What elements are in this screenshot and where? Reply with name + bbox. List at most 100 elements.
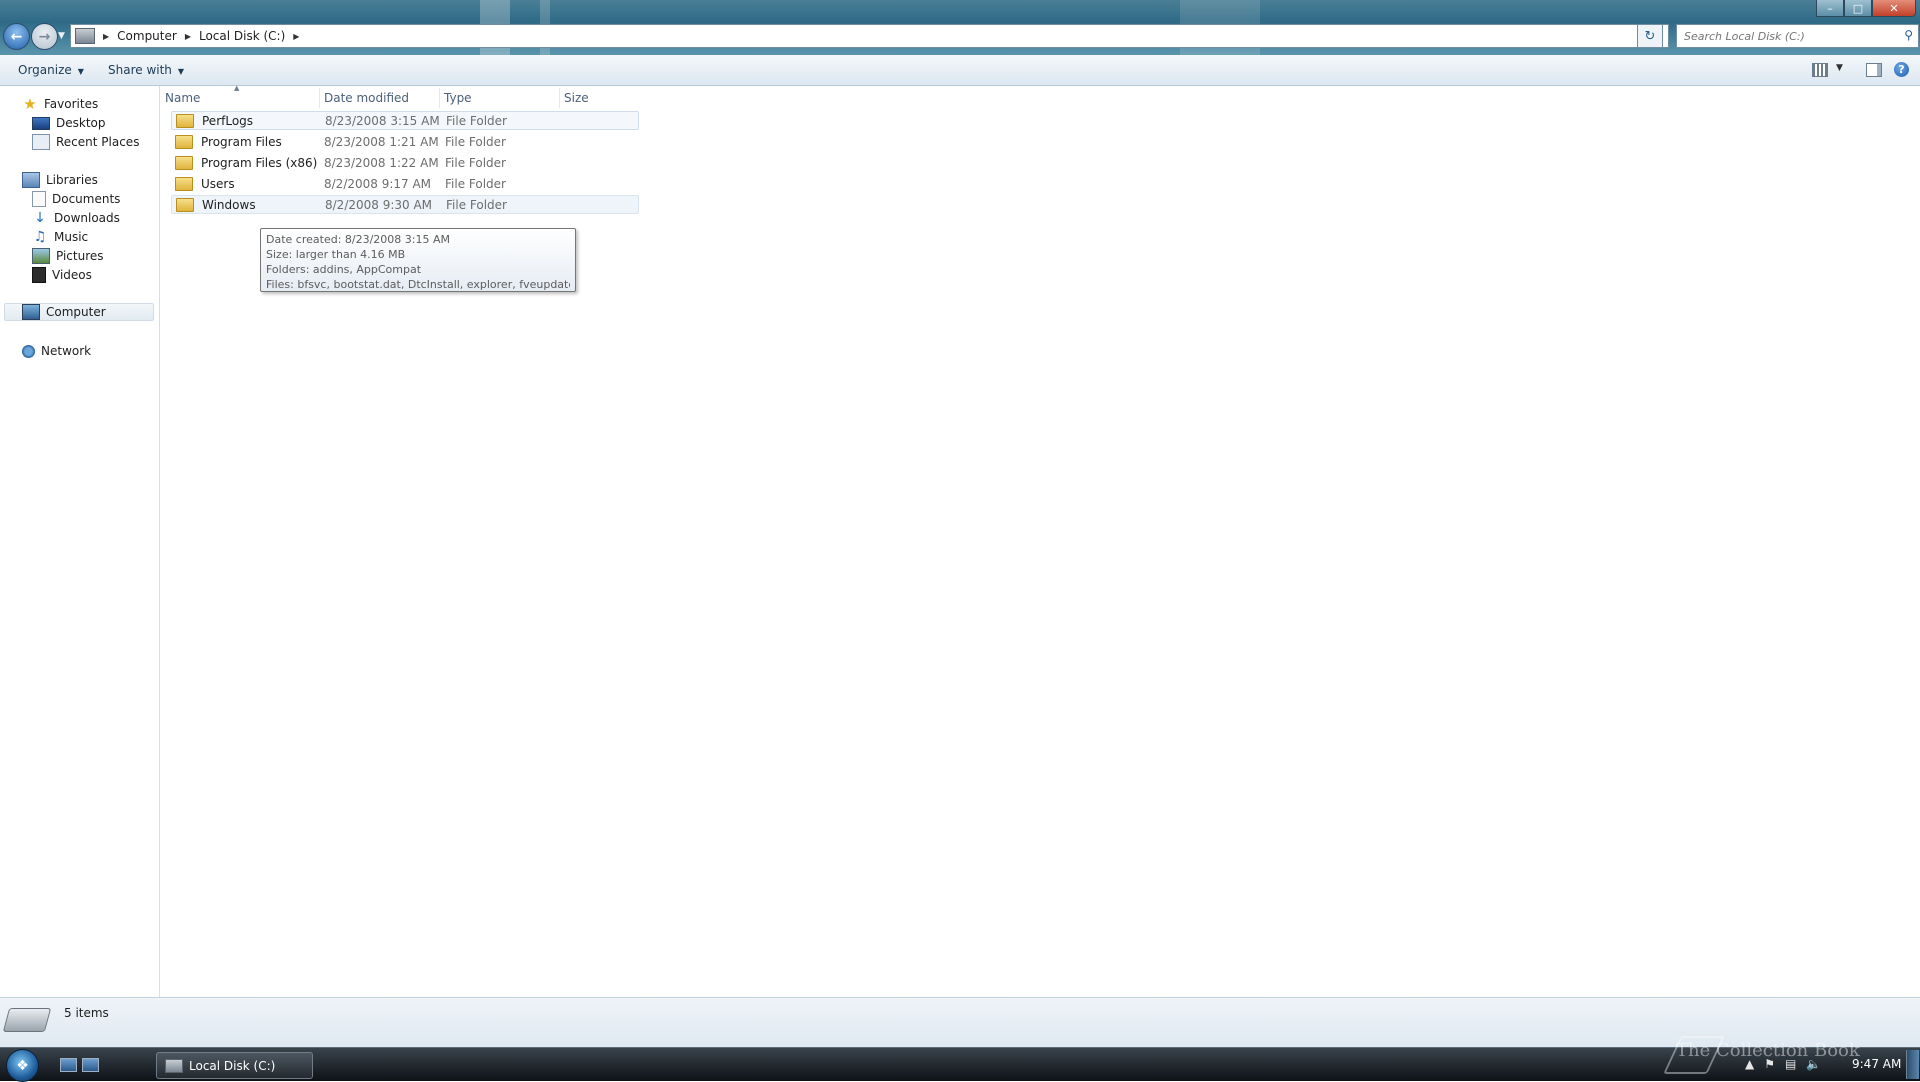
drive-icon <box>165 1058 183 1073</box>
nav-downloads[interactable]: ↓ Downloads <box>32 209 120 227</box>
search-input[interactable] <box>1682 28 1896 44</box>
pictures-icon <box>32 248 50 264</box>
title-bar: – □ ✕ ← → ▼ ▶ Computer ▶ Local Disk (C:)… <box>0 0 1920 55</box>
watermark-text: The Collection Book <box>1676 1040 1860 1061</box>
nav-documents[interactable]: Documents <box>32 190 120 208</box>
file-date: 8/23/2008 1:21 AM <box>324 134 439 149</box>
music-icon: ♫ <box>33 229 47 245</box>
tooltip-size: Size: larger than 4.16 MB <box>266 248 406 261</box>
navigation-pane: ★ Favorites Desktop Recent Places Librar… <box>0 86 160 997</box>
file-type: File Folder <box>445 155 506 170</box>
folder-icon <box>176 113 194 128</box>
nav-documents-label: Documents <box>52 192 121 206</box>
taskbar: ❖ Local Disk (C:) ▲ ⚑ ▤ 🔈 9:47 AM <box>0 1047 1920 1082</box>
nav-pictures-label: Pictures <box>56 249 104 263</box>
file-type: File Folder <box>446 113 507 128</box>
nav-pictures[interactable]: Pictures <box>32 247 104 265</box>
file-date: 8/23/2008 3:15 AM <box>325 113 440 128</box>
command-bar: Organize ▼ Share with ▼ ▼ ? <box>0 55 1920 86</box>
help-icon[interactable]: ? <box>1894 62 1909 77</box>
change-view-icon[interactable] <box>1812 63 1828 77</box>
nav-network[interactable]: Network <box>22 342 91 360</box>
file-date: 8/2/2008 9:30 AM <box>325 197 433 212</box>
tooltip-files: Files: bfsvc, bootstat.dat, DtcInstall, … <box>266 278 570 291</box>
nav-desktop-label: Desktop <box>56 116 106 130</box>
show-desktop-button[interactable] <box>1906 1050 1919 1079</box>
file-type: File Folder <box>446 197 507 212</box>
file-row-windows[interactable]: Windows 8/2/2008 9:30 AM File Folder <box>171 195 639 214</box>
nav-computer-label: Computer <box>46 305 106 319</box>
recent-places-icon <box>32 134 50 150</box>
nav-desktop[interactable]: Desktop <box>32 114 106 132</box>
desktop-icon <box>32 116 50 130</box>
file-row-program-files[interactable]: Program Files 8/23/2008 1:21 AM File Fol… <box>171 132 639 151</box>
file-name: Program Files <box>201 134 282 149</box>
column-header-size[interactable]: Size <box>560 88 640 108</box>
back-button[interactable]: ← <box>3 23 30 50</box>
items-count: 5 items <box>64 1006 109 1020</box>
taskbar-button-local-disk[interactable]: Local Disk (C:) <box>156 1052 313 1079</box>
file-row-perflogs[interactable]: PerfLogs 8/23/2008 3:15 AM File Folder <box>171 111 639 130</box>
column-header-date-modified[interactable]: Date modified <box>320 88 440 108</box>
file-name: PerfLogs <box>202 113 254 128</box>
computer-icon <box>22 304 40 320</box>
forward-button[interactable]: → <box>31 23 58 50</box>
close-button[interactable]: ✕ <box>1872 0 1916 17</box>
nav-favorites[interactable]: ★ Favorites <box>22 95 98 113</box>
views-dropdown[interactable]: ▼ <box>1836 63 1843 73</box>
file-row-users[interactable]: Users 8/2/2008 9:17 AM File Folder <box>171 174 639 193</box>
tooltip-folders: Folders: addins, AppCompat <box>266 263 422 276</box>
drive-icon <box>75 28 95 44</box>
breadcrumb-separator-icon[interactable]: ▶ <box>185 32 191 41</box>
column-header-type[interactable]: Type <box>440 88 560 108</box>
folder-icon <box>175 155 193 170</box>
chevron-down-icon: ▼ <box>77 67 84 76</box>
breadcrumb-computer[interactable]: Computer <box>117 29 177 43</box>
organize-button[interactable]: Organize ▼ <box>18 63 84 77</box>
tooltip-date-created: Date created: 8/23/2008 3:15 AM <box>266 233 451 246</box>
taskbar-button-label: Local Disk (C:) <box>189 1058 276 1073</box>
file-row-program-files-x86[interactable]: Program Files (x86) 8/23/2008 1:22 AM Fi… <box>171 153 639 172</box>
nav-videos[interactable]: Videos <box>32 266 92 284</box>
refresh-button[interactable]: ↻ <box>1637 24 1663 48</box>
share-with-button[interactable]: Share with ▼ <box>108 63 184 77</box>
breadcrumb-separator-icon[interactable]: ▶ <box>293 32 299 41</box>
refresh-icon: ↻ <box>1644 28 1656 44</box>
address-bar[interactable]: ▶ Computer ▶ Local Disk (C:) ▶ ▼ <box>70 24 1669 48</box>
organize-label: Organize <box>18 63 72 77</box>
nav-network-label: Network <box>41 344 92 358</box>
file-type: File Folder <box>445 134 506 149</box>
search-icon[interactable]: ⚲ <box>1904 28 1913 42</box>
preview-pane-icon[interactable] <box>1866 63 1882 77</box>
minimize-button[interactable]: – <box>1816 0 1844 17</box>
file-type: File Folder <box>445 176 506 191</box>
nav-computer[interactable]: Computer <box>4 303 154 321</box>
hard-drive-icon <box>2 1008 52 1032</box>
windows-logo-icon: ❖ <box>16 1057 29 1074</box>
show-desktop-quicklaunch-icon[interactable] <box>60 1058 77 1072</box>
nav-libraries-label: Libraries <box>46 173 98 187</box>
nav-libraries[interactable]: Libraries <box>22 171 98 189</box>
share-with-label: Share with <box>108 63 172 77</box>
recent-pages-dropdown[interactable]: ▼ <box>58 31 65 41</box>
file-name: Windows <box>202 197 256 212</box>
users-folder-icon <box>175 176 193 191</box>
details-pane: 5 items <box>0 997 1920 1048</box>
window-controls: – □ ✕ <box>1816 0 1916 17</box>
start-button[interactable]: ❖ <box>6 1049 39 1082</box>
arrow-right-icon: → <box>38 28 51 45</box>
documents-icon <box>32 191 46 207</box>
nav-music[interactable]: ♫ Music <box>32 228 88 246</box>
nav-recent-places[interactable]: Recent Places <box>32 133 139 151</box>
file-name: Users <box>201 176 235 191</box>
maximize-button[interactable]: □ <box>1844 0 1872 17</box>
nav-favorites-label: Favorites <box>44 97 99 111</box>
search-box[interactable]: ⚲ <box>1676 24 1919 48</box>
switch-windows-quicklaunch-icon[interactable] <box>82 1058 99 1072</box>
column-header-name[interactable]: Name <box>161 88 320 108</box>
chevron-down-icon: ▼ <box>177 67 185 76</box>
nav-downloads-label: Downloads <box>54 211 120 225</box>
breadcrumb-local-disk[interactable]: Local Disk (C:) <box>199 29 285 43</box>
nav-videos-label: Videos <box>52 268 92 282</box>
breadcrumb-separator-icon[interactable]: ▶ <box>103 32 109 41</box>
